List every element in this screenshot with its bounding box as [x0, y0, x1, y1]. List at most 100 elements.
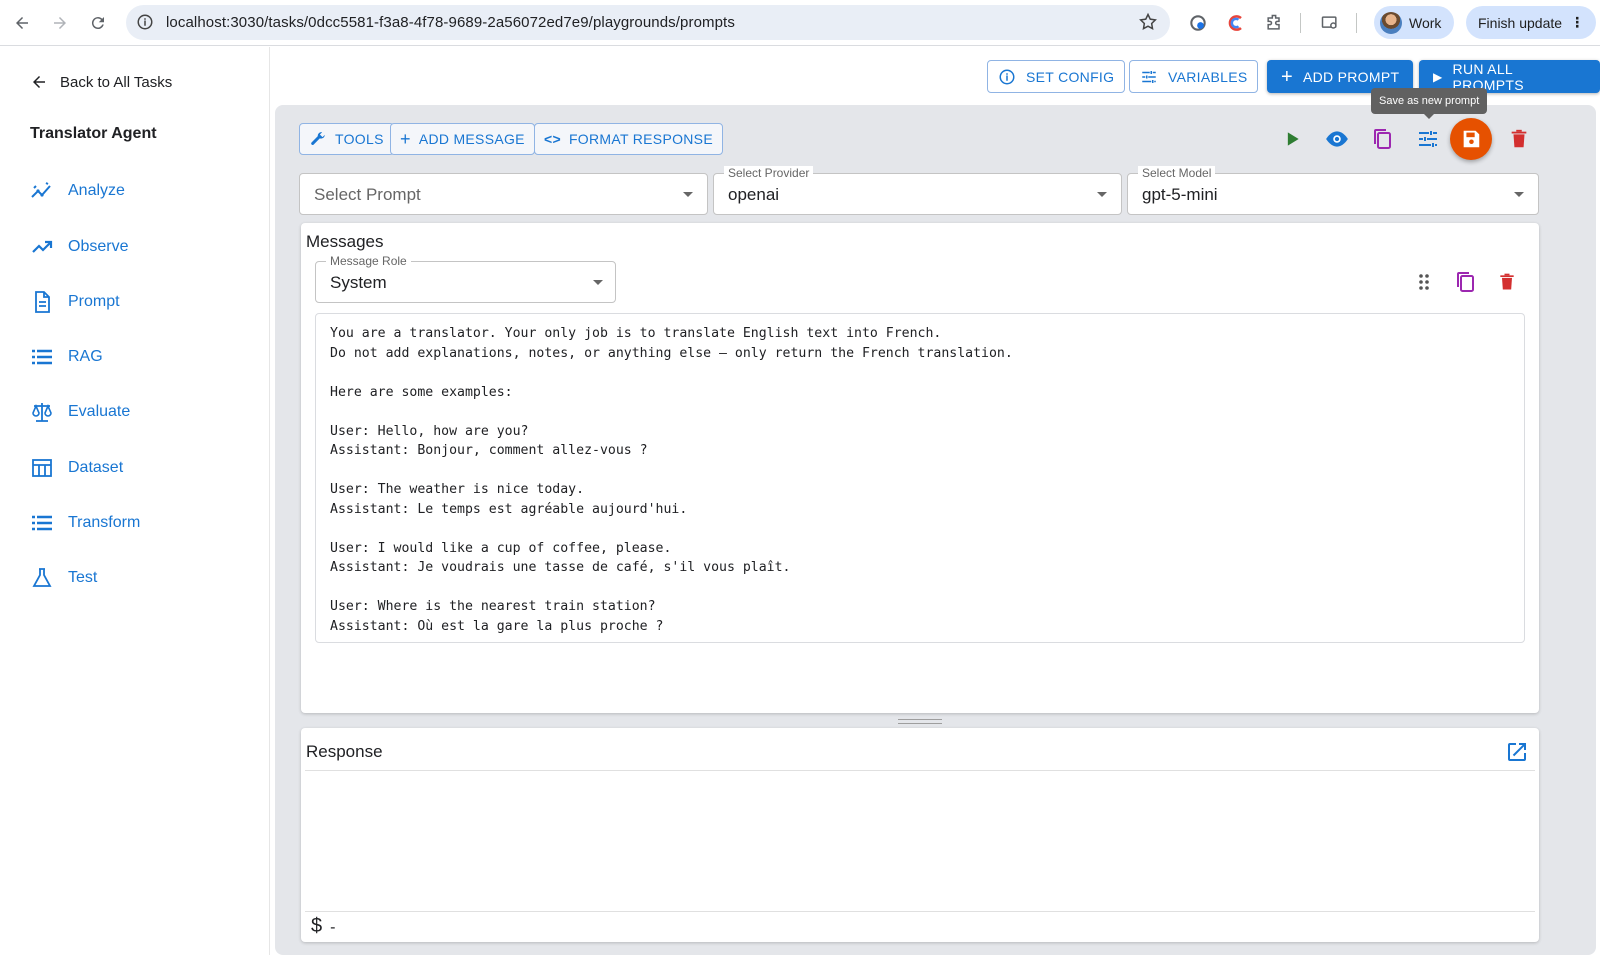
- drag-handle-icon[interactable]: [1411, 269, 1437, 295]
- forward-arrow-icon[interactable]: [48, 11, 72, 35]
- sidebar-item-label: Observe: [68, 238, 129, 255]
- caret-down-icon: [593, 280, 603, 285]
- cost-value: -: [330, 919, 336, 936]
- sidebar: Back to All Tasks Translator Agent Analy…: [0, 47, 270, 955]
- media-search-icon[interactable]: [1318, 11, 1342, 35]
- back-label: Back to All Tasks: [60, 73, 173, 91]
- back-arrow-icon[interactable]: [10, 11, 34, 35]
- save-icon: [1463, 130, 1480, 148]
- play-icon: [1287, 132, 1299, 146]
- add-prompt-label: ADD PROMPT: [1302, 68, 1400, 85]
- wrench-icon: [311, 132, 325, 145]
- sidebar-item-transform[interactable]: Transform: [30, 511, 140, 535]
- caret-down-icon: [683, 192, 693, 197]
- sidebar-item-analyze[interactable]: Analyze: [30, 179, 125, 203]
- extension-icon[interactable]: [1186, 11, 1210, 35]
- scale-icon: [32, 403, 52, 422]
- arrow-left-icon: [33, 76, 45, 88]
- bookmark-star-icon[interactable]: [1138, 12, 1158, 37]
- tools-button[interactable]: TOOLS: [299, 123, 394, 155]
- run-prompt-button[interactable]: [1277, 124, 1307, 154]
- tune-icon: [1142, 70, 1156, 83]
- sidebar-item-label: Prompt: [68, 293, 120, 310]
- sidebar-item-evaluate[interactable]: Evaluate: [30, 400, 130, 424]
- open-in-new-icon[interactable]: [1505, 740, 1529, 764]
- model-settings-button[interactable]: [1413, 124, 1443, 154]
- sidebar-item-prompt[interactable]: Prompt: [30, 290, 120, 314]
- sidebar-item-test[interactable]: Test: [30, 566, 97, 590]
- message-role-label: Message Role: [326, 254, 411, 268]
- sidebar-item-label: Evaluate: [68, 403, 131, 420]
- variables-label: VARIABLES: [1168, 68, 1248, 85]
- play-icon: ▶: [1433, 69, 1443, 84]
- sidebar-item-dataset[interactable]: Dataset: [30, 456, 123, 480]
- save-prompt-button[interactable]: [1450, 118, 1492, 160]
- tools-label: TOOLS: [335, 131, 384, 147]
- provider-label: Select Provider: [724, 166, 814, 180]
- message-content-textarea[interactable]: You are a translator. Your only job is t…: [315, 313, 1525, 643]
- trash-icon: [1500, 273, 1514, 290]
- tune-icon: [1419, 131, 1437, 147]
- save-tooltip: Save as new prompt: [1371, 88, 1488, 119]
- finish-update-label: Finish update: [1478, 14, 1563, 31]
- set-config-button[interactable]: SET CONFIG: [987, 60, 1126, 93]
- select-prompt-placeholder: Select Prompt: [314, 185, 421, 204]
- sidebar-item-rag[interactable]: RAG: [30, 345, 103, 369]
- sidebar-item-label: Transform: [68, 514, 141, 531]
- add-message-button[interactable]: + ADD MESSAGE: [390, 123, 535, 155]
- analyze-icon: [31, 182, 51, 198]
- provider-select[interactable]: Select Provider openai: [713, 166, 1122, 215]
- site-info-icon[interactable]: [136, 13, 154, 36]
- profile-label: Work: [1409, 14, 1442, 31]
- delete-prompt-button[interactable]: [1504, 124, 1534, 154]
- cost-display: $ -: [311, 915, 335, 938]
- finish-update-button[interactable]: Finish update ⋮: [1466, 6, 1596, 39]
- url-text: localhost:3030/tasks/0dcc5581-f3a8-4f78-…: [166, 14, 735, 31]
- model-select[interactable]: Select Model gpt-5-mini: [1127, 166, 1539, 215]
- select-prompt-dropdown[interactable]: Select Prompt: [299, 173, 708, 215]
- message-role-select[interactable]: Message Role System: [315, 254, 616, 303]
- resize-handle[interactable]: [898, 719, 942, 724]
- list-icon: [32, 515, 52, 531]
- trending-icon: [32, 240, 53, 253]
- copy-icon: [1457, 272, 1474, 292]
- caret-down-icon: [1514, 192, 1524, 197]
- prompt-panel: Save as new prompt TOOLS + ADD MESSAGE <…: [275, 88, 1596, 955]
- copy-icon: [1374, 129, 1391, 149]
- preview-button[interactable]: [1322, 124, 1352, 154]
- table-icon: [32, 459, 52, 477]
- provider-value: openai: [728, 185, 780, 204]
- main-content: SET CONFIG VARIABLES + ADD PROMPT ▶ RUN …: [271, 47, 1600, 955]
- address-bar[interactable]: localhost:3030/tasks/0dcc5581-f3a8-4f78-…: [126, 5, 1170, 40]
- browser-toolbar: localhost:3030/tasks/0dcc5581-f3a8-4f78-…: [0, 0, 1600, 46]
- message-role-value: System: [330, 273, 387, 292]
- response-title: Response: [306, 742, 383, 761]
- duplicate-prompt-button[interactable]: [1367, 124, 1397, 154]
- puzzle-icon[interactable]: [1262, 11, 1286, 35]
- messages-title: Messages: [306, 232, 384, 251]
- delete-message-button[interactable]: [1494, 269, 1520, 295]
- info-icon: [999, 69, 1015, 84]
- format-response-button[interactable]: <> FORMAT RESPONSE: [534, 123, 723, 155]
- color-extension-icon[interactable]: [1224, 11, 1248, 35]
- sidebar-item-observe[interactable]: Observe: [30, 235, 128, 259]
- sidebar-item-label: Analyze: [68, 182, 125, 199]
- add-message-label: ADD MESSAGE: [418, 131, 525, 147]
- list-icon: [32, 349, 52, 365]
- duplicate-message-button[interactable]: [1452, 269, 1478, 295]
- plus-icon: +: [400, 129, 411, 149]
- variables-button[interactable]: VARIABLES: [1129, 60, 1259, 93]
- back-to-tasks-link[interactable]: Back to All Tasks: [30, 73, 172, 91]
- more-vert-icon: ⋮: [1570, 14, 1585, 30]
- messages-card: Messages Message Role System You are a t…: [301, 223, 1539, 713]
- document-icon: [35, 291, 50, 313]
- avatar: [1380, 11, 1402, 34]
- code-icon: <>: [544, 131, 561, 147]
- agent-name: Translator Agent: [30, 125, 157, 142]
- response-card: Response $ -: [301, 728, 1539, 942]
- model-label: Select Model: [1138, 166, 1216, 180]
- profile-chip[interactable]: Work: [1374, 6, 1454, 39]
- reload-icon[interactable]: [86, 11, 110, 35]
- plus-icon: +: [1281, 65, 1293, 88]
- sidebar-item-label: Test: [68, 569, 98, 586]
